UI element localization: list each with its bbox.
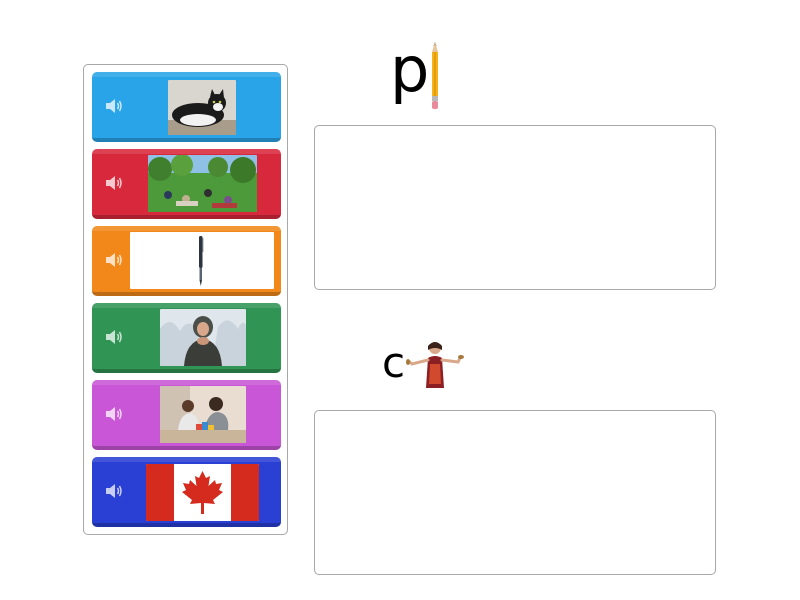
card-picnic[interactable] bbox=[92, 149, 281, 219]
card-cat[interactable] bbox=[92, 72, 281, 142]
cat-picture bbox=[168, 80, 236, 135]
drop-zone-c[interactable] bbox=[314, 410, 716, 575]
speaker-icon[interactable] bbox=[105, 406, 123, 422]
drop-zone-p[interactable] bbox=[314, 125, 716, 290]
group-letter-c: c bbox=[382, 338, 406, 387]
canada-flag-picture bbox=[146, 464, 259, 521]
group-heading-c: c bbox=[382, 338, 472, 390]
card-pen[interactable] bbox=[92, 226, 281, 296]
card-canada[interactable] bbox=[92, 457, 281, 527]
pencil-icon bbox=[432, 42, 438, 109]
speaker-icon[interactable] bbox=[105, 329, 123, 345]
speaker-icon[interactable] bbox=[105, 252, 123, 268]
group-letter-p: p bbox=[390, 33, 430, 106]
group-heading-p: p bbox=[390, 34, 450, 112]
children-playing-picture bbox=[160, 386, 246, 443]
speaker-icon[interactable] bbox=[105, 483, 123, 499]
speaker-icon[interactable] bbox=[105, 98, 123, 114]
chef-icon bbox=[406, 342, 464, 388]
card-cold[interactable] bbox=[92, 303, 281, 373]
pen-picture bbox=[130, 232, 274, 289]
picnic-picture bbox=[148, 155, 257, 212]
speaker-icon[interactable] bbox=[105, 175, 123, 191]
card-play[interactable] bbox=[92, 380, 281, 450]
card-tray bbox=[83, 64, 288, 535]
cold-person-picture bbox=[160, 309, 246, 366]
